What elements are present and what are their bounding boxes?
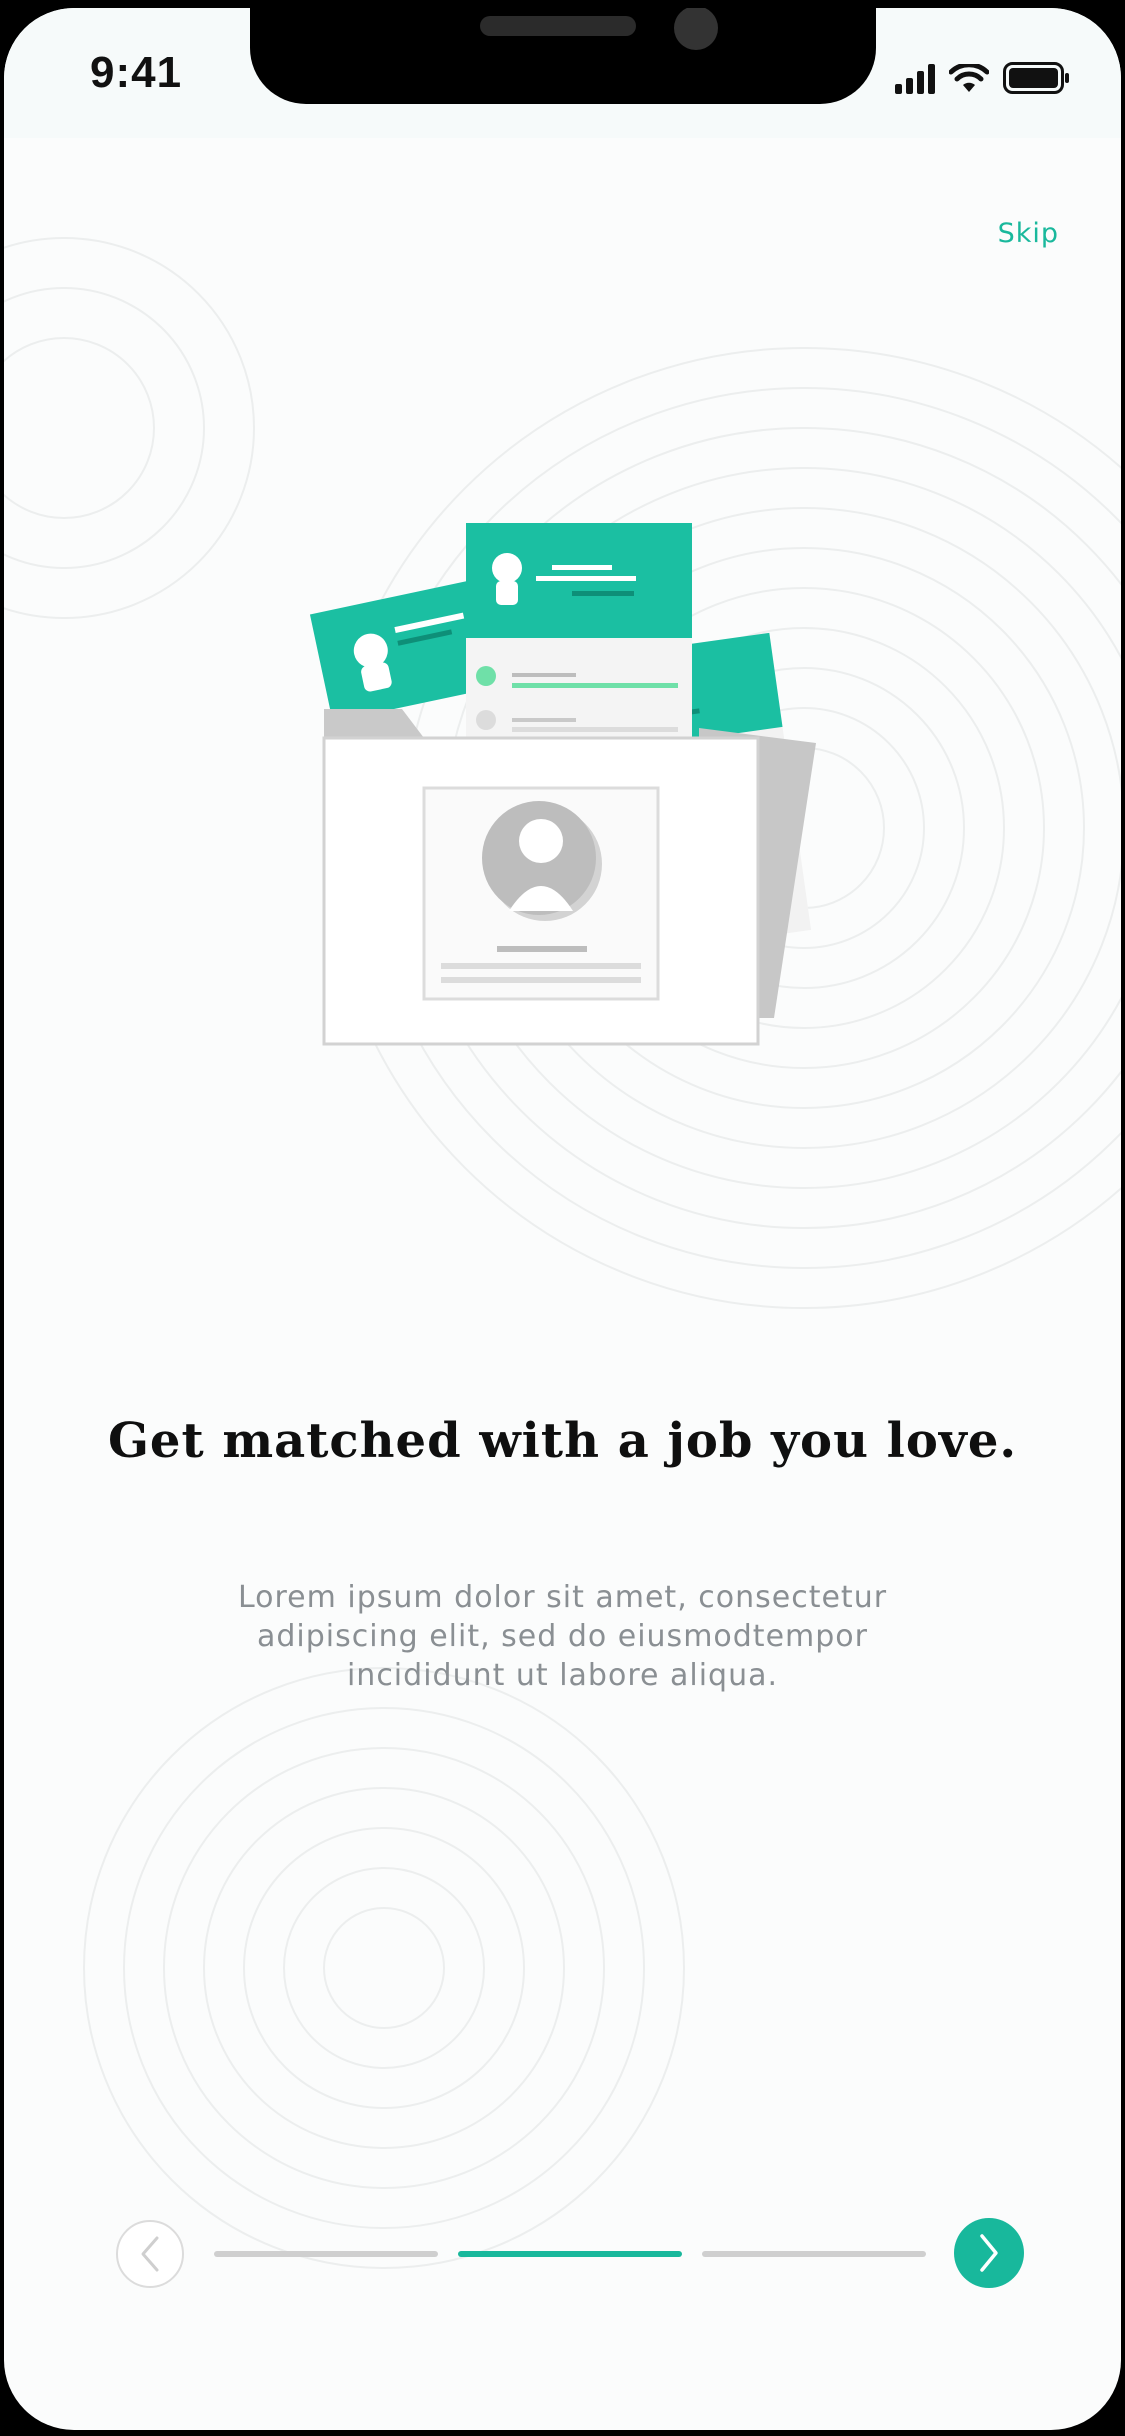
signal-icon (895, 64, 935, 94)
onboarding-pager (4, 2218, 1121, 2290)
status-bar: 9:41 (4, 8, 1121, 138)
chevron-left-icon (141, 2236, 159, 2272)
page-indicator-1 (214, 2251, 438, 2257)
speaker-grille (480, 16, 636, 36)
status-icons (895, 60, 1071, 94)
onboarding-description: Lorem ipsum dolor sit amet, consectetur … (194, 1578, 931, 1695)
wifi-icon (949, 64, 989, 92)
job-profile-cards-illustration (309, 523, 816, 1046)
next-button[interactable] (954, 2218, 1024, 2288)
status-time: 9:41 (90, 48, 183, 97)
page-indicator-3 (702, 2251, 926, 2257)
chevron-right-icon (980, 2234, 998, 2272)
description-line: adipiscing elit, sed do eiusmodtempor (257, 1619, 868, 1654)
device-notch (250, 8, 876, 104)
description-line: Lorem ipsum dolor sit amet, consectetur (237, 1580, 888, 1615)
skip-button[interactable]: Skip (998, 218, 1059, 249)
description-line: incididunt ut labore aliqua. (346, 1658, 779, 1693)
background-pattern (4, 237, 1121, 2269)
battery-icon (1003, 62, 1069, 94)
phone-screen: 9:41 Skip Get matched with a job you lov… (4, 8, 1121, 2430)
onboarding-headline: Get matched with a job you love. (107, 1413, 1018, 1469)
previous-button[interactable] (116, 2220, 184, 2288)
page-indicator-2 (458, 2251, 682, 2257)
front-camera (674, 8, 718, 50)
